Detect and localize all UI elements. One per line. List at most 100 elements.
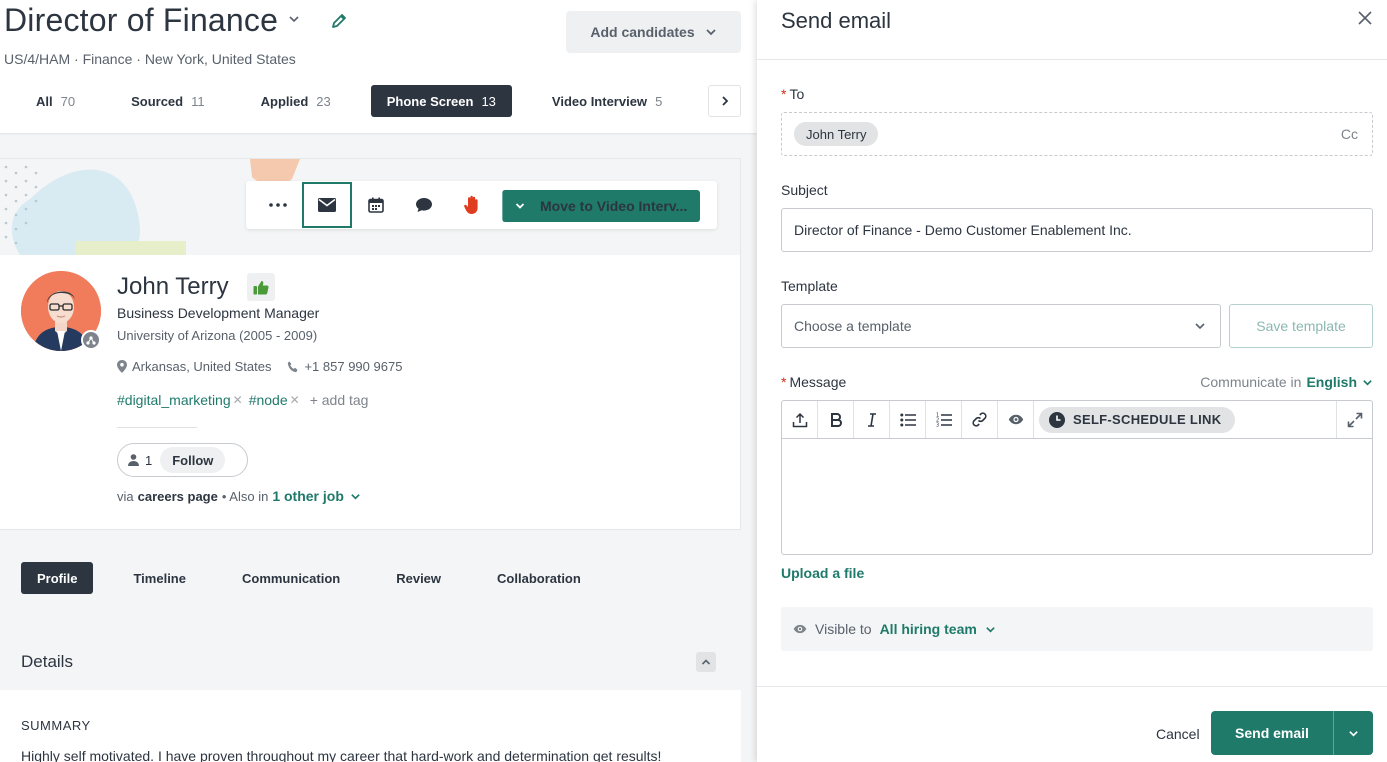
cancel-button[interactable]: Cancel <box>1156 726 1200 742</box>
location-pin-icon <box>117 360 127 373</box>
insert-attachment-button[interactable] <box>782 401 818 438</box>
chevron-down-icon[interactable] <box>350 491 361 502</box>
drawer-header: Send email <box>757 0 1387 60</box>
to-field[interactable]: John Terry Cc <box>781 112 1373 156</box>
move-stage-label: Move to Video Interv... <box>540 198 688 214</box>
eye-icon <box>793 624 807 634</box>
stage-label: Phone Screen <box>386 93 474 109</box>
close-icon[interactable] <box>1357 10 1373 26</box>
tab-collaboration[interactable]: Collaboration <box>481 562 597 594</box>
bullet-list-button[interactable] <box>890 401 926 438</box>
subject-label: Subject <box>781 182 828 198</box>
recipient-chip[interactable]: John Terry <box>794 122 879 146</box>
tab-profile[interactable]: Profile <box>21 562 94 594</box>
language-selector[interactable]: Communicate in English <box>1200 374 1373 390</box>
to-label-text: To <box>789 86 805 102</box>
message-label-text: Message <box>789 374 847 390</box>
editor-toolbar: 123 SELF-SCHEDULE LINK <box>782 401 1372 439</box>
person-icon <box>128 454 139 466</box>
profile-tabs: Profile Timeline Communication Review Co… <box>0 546 741 610</box>
candidate-banner: Move to Video Interv... <box>0 159 740 255</box>
chevron-down-icon <box>705 29 716 36</box>
candidate-location: Arkansas, United States <box>132 359 272 374</box>
schedule-event-button[interactable] <box>352 183 400 227</box>
send-email-submit-button[interactable]: Send email <box>1211 711 1373 755</box>
add-comment-button[interactable] <box>400 183 448 227</box>
visibility-selector[interactable]: Visible to All hiring team <box>781 607 1373 651</box>
chevron-right-icon <box>721 96 728 106</box>
visible-prefix: Visible to <box>815 621 872 637</box>
disqualify-button[interactable] <box>448 183 496 227</box>
self-schedule-link-button[interactable]: SELF-SCHEDULE LINK <box>1039 406 1236 433</box>
tab-stage-phone-screen[interactable]: Phone Screen 13 <box>370 85 512 117</box>
insert-link-button[interactable] <box>962 401 998 438</box>
message-editor: 123 SELF-SCHEDULE LINK <box>781 400 1373 555</box>
add-tag-button[interactable]: + add tag <box>310 392 369 408</box>
candidate-phone[interactable]: +1 857 990 9675 <box>304 359 402 374</box>
upload-file-link[interactable]: Upload a file <box>781 565 864 581</box>
job-subtitle: US/4/HAM · Finance · New York, United St… <box>4 51 296 67</box>
job-title-row: Director of Finance <box>4 2 348 39</box>
stage-count: 13 <box>481 93 496 109</box>
edit-pencil-icon[interactable] <box>330 12 348 30</box>
tab-stage-applied[interactable]: Applied 23 <box>245 85 347 117</box>
expand-editor-button[interactable] <box>1336 401 1372 438</box>
mail-icon <box>318 198 336 212</box>
send-email-label: Send email <box>1235 725 1309 741</box>
tab-timeline[interactable]: Timeline <box>117 562 202 594</box>
details-section: Details SUMMARY Highly self motivated. I… <box>0 634 741 762</box>
message-label: * Message <box>781 374 846 390</box>
subject-input[interactable]: Director of Finance - Demo Customer Enab… <box>781 208 1373 252</box>
remove-tag-icon[interactable]: ✕ <box>290 393 300 407</box>
cc-button[interactable]: Cc <box>1341 126 1358 142</box>
add-candidates-button[interactable]: Add candidates <box>566 11 741 53</box>
drawer-title: Send email <box>781 8 892 33</box>
tab-review[interactable]: Review <box>380 562 457 594</box>
remove-tag-icon[interactable]: ✕ <box>233 393 243 407</box>
divider <box>117 427 197 428</box>
italic-button[interactable] <box>854 401 890 438</box>
send-email-drawer: Send email * To John Terry Cc Subject Dir… <box>757 0 1387 762</box>
preview-button[interactable] <box>998 401 1034 438</box>
template-select[interactable]: Choose a template <box>781 304 1221 348</box>
visible-value: All hiring team <box>879 621 977 637</box>
stage-count: 70 <box>60 93 76 109</box>
collapse-button[interactable] <box>696 652 716 672</box>
tag-node[interactable]: #node ✕ <box>249 392 306 408</box>
send-email-button[interactable] <box>302 182 352 228</box>
follow-control: 1 Follow <box>117 443 248 477</box>
link-icon <box>972 412 987 427</box>
stage-label: Sourced <box>131 93 184 109</box>
message-body-input[interactable] <box>782 439 1372 554</box>
tab-communication[interactable]: Communication <box>226 562 356 594</box>
followers-count[interactable]: 1 <box>128 453 152 468</box>
move-stage-button[interactable]: Move to Video Interv... <box>502 190 700 222</box>
other-job-link[interactable]: 1 other job <box>272 488 344 504</box>
send-options-dropdown[interactable] <box>1333 711 1373 755</box>
numbered-list-button[interactable]: 123 <box>926 401 962 438</box>
to-label: * To <box>781 86 804 102</box>
job-title[interactable]: Director of Finance <box>4 2 278 39</box>
save-template-button[interactable]: Save template <box>1229 304 1373 348</box>
language-value: English <box>1306 374 1357 390</box>
also-in-prefix: • Also in <box>221 488 269 504</box>
thumbs-up-rating[interactable] <box>247 273 275 301</box>
chevron-down-icon <box>1363 379 1372 386</box>
more-actions-button[interactable] <box>254 183 302 227</box>
details-header: Details <box>0 634 741 690</box>
chevron-down-icon[interactable] <box>288 13 300 28</box>
tab-stage-sourced[interactable]: Sourced 11 <box>115 85 221 117</box>
more-dots-icon <box>269 203 287 207</box>
tab-stage-video-interview[interactable]: Video Interview 5 <box>536 85 678 117</box>
thumbs-up-icon <box>253 280 269 294</box>
tab-stage-all[interactable]: All 70 <box>0 85 91 117</box>
chevron-down-icon <box>515 203 524 209</box>
hand-stop-icon <box>464 195 478 214</box>
follow-button[interactable]: Follow <box>160 447 226 473</box>
candidate-contact: Arkansas, United States +1 857 990 9675 <box>117 359 418 374</box>
phone-icon <box>288 361 298 372</box>
bold-button[interactable] <box>818 401 854 438</box>
candidate-action-toolbar: Move to Video Interv... <box>246 181 717 229</box>
tag-digital-marketing[interactable]: #digital_marketing ✕ <box>117 392 249 408</box>
stages-next-button[interactable] <box>708 85 741 117</box>
